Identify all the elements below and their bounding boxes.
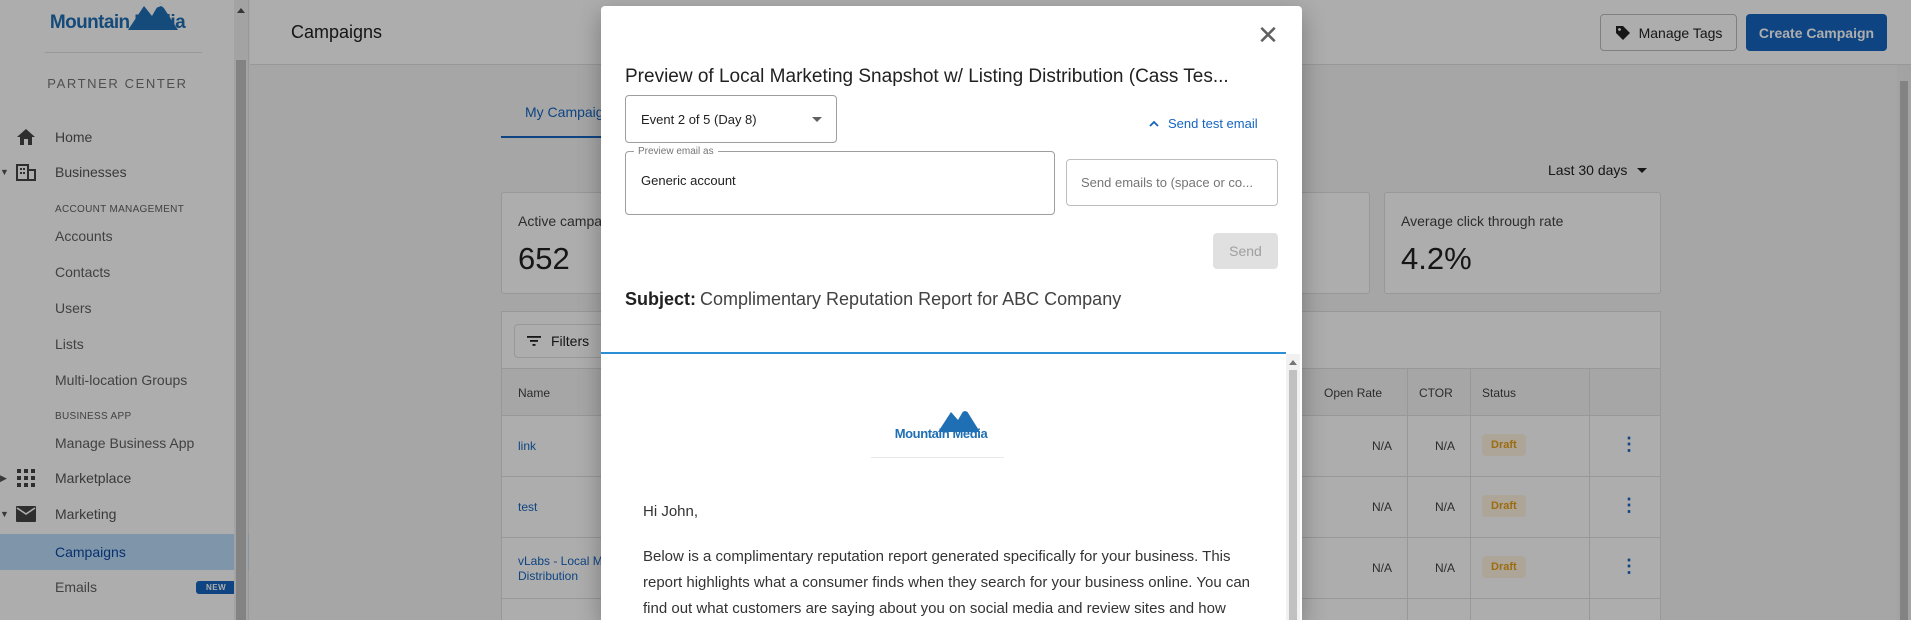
event-select-value: Event 2 of 5 (Day 8) [641, 111, 757, 127]
event-select[interactable]: Event 2 of 5 (Day 8) [625, 95, 837, 143]
dropdown-arrow-icon [812, 117, 822, 122]
field-label: Preview email as [634, 146, 718, 157]
send-emails-input[interactable] [1066, 159, 1278, 206]
email-subject: Subject: Complimentary Reputation Report … [625, 289, 1121, 310]
divider [871, 457, 1004, 458]
scrollbar-thumb[interactable] [1289, 370, 1297, 620]
email-greeting: Hi John, [643, 503, 699, 520]
send-test-email-label: Send test email [1168, 116, 1258, 131]
divider [601, 352, 1286, 354]
scroll-up-arrow-icon[interactable] [1289, 360, 1297, 365]
preview-email-as-select[interactable]: Preview email as Generic account [625, 146, 1055, 215]
close-icon[interactable]: ✕ [1254, 20, 1282, 50]
email-body: Below is a complimentary reputation repo… [643, 548, 1251, 617]
subject-value: Complimentary Reputation Report for ABC … [700, 289, 1122, 309]
chevron-up-icon [1149, 120, 1159, 127]
email-brand-logo: Mountain Media [871, 406, 1011, 456]
subject-label: Subject: [625, 289, 697, 309]
send-test-email-toggle[interactable]: Send test email [1149, 116, 1258, 131]
dialog-title: Preview of Local Marketing Snapshot w/ L… [625, 66, 1229, 87]
field-value: Generic account [641, 173, 736, 188]
email-preview-dialog: ✕ Preview of Local Marketing Snapshot w/… [601, 6, 1302, 620]
mountain-logo-icon [938, 408, 980, 432]
send-button[interactable]: Send [1213, 233, 1278, 269]
preview-scrollbar[interactable] [1286, 354, 1300, 620]
